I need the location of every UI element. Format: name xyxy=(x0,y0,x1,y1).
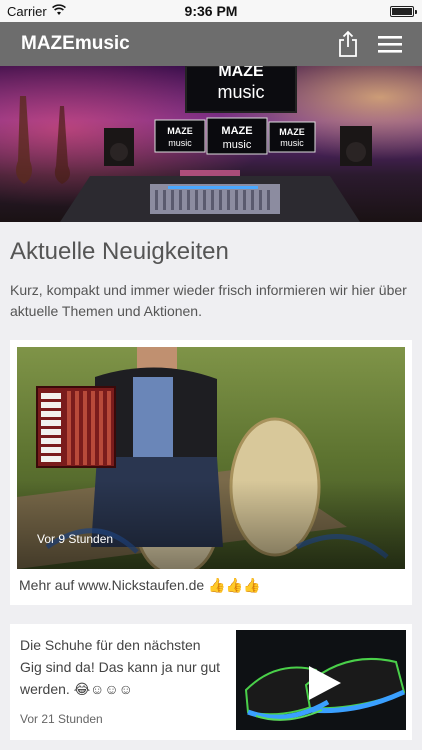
post-timestamp: Vor 21 Stunden xyxy=(20,712,103,726)
clock: 9:36 PM xyxy=(184,3,238,19)
svg-text:music: music xyxy=(280,138,304,148)
svg-text:MAZE: MAZE xyxy=(167,126,193,136)
svg-text:MAZE: MAZE xyxy=(221,125,252,137)
hero-logo-top: MAZE xyxy=(218,66,264,80)
post-timestamp: Vor 9 Stunden xyxy=(37,532,114,546)
news-intro: Kurz, kompakt und immer wieder frisch in… xyxy=(10,282,407,319)
battery-icon xyxy=(390,6,417,17)
hero-studio-image: MAZE music MAZE music MAZE music MAZE mu… xyxy=(0,66,422,222)
video-thumbnail[interactable] xyxy=(236,630,406,730)
post-caption: Mehr auf www.Nickstaufen.de 👍👍👍 xyxy=(19,577,261,593)
svg-text:music: music xyxy=(168,138,192,148)
news-heading: Aktuelle Neuigkeiten xyxy=(10,238,229,265)
news-post-card[interactable]: Vor 9 Stunden Mehr auf www.Nickstaufen.d… xyxy=(10,340,412,605)
status-bar: Carrier 9:36 PM xyxy=(0,0,422,22)
svg-text:MAZE: MAZE xyxy=(279,127,305,137)
post-text: Die Schuhe für den nächsten Gig sind da!… xyxy=(20,637,221,697)
play-icon[interactable] xyxy=(307,664,343,702)
svg-text:music: music xyxy=(217,82,264,102)
hamburger-menu-icon[interactable] xyxy=(376,31,404,57)
share-icon[interactable] xyxy=(336,30,360,58)
navigation-bar: MAZEmusic xyxy=(0,22,422,66)
news-post-card[interactable]: Die Schuhe für den nächsten Gig sind da!… xyxy=(10,624,412,740)
svg-text:music: music xyxy=(223,139,252,151)
app-title: MAZEmusic xyxy=(21,33,130,54)
